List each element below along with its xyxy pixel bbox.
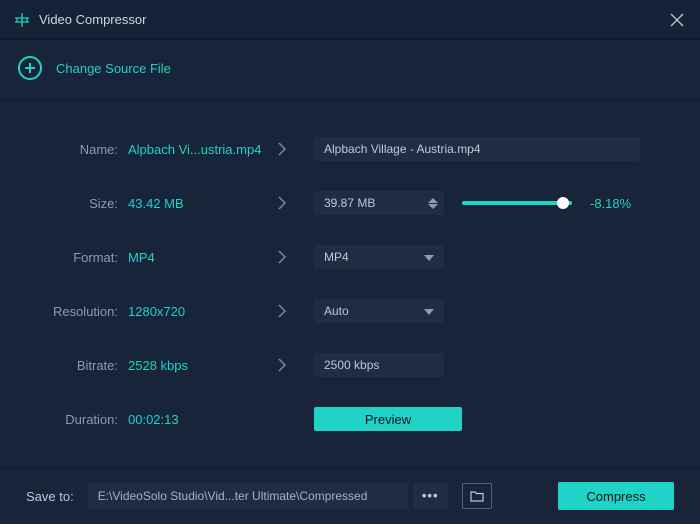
- change-source-row: Change Source File: [0, 40, 700, 101]
- footer: Save to: E:\VideoSolo Studio\Vid...ter U…: [0, 467, 700, 524]
- format-select[interactable]: MP4: [314, 245, 444, 269]
- preview-button-label: Preview: [365, 412, 411, 427]
- source-format: MP4: [128, 250, 268, 265]
- change-source-button[interactable]: [18, 56, 42, 80]
- bitrate-value: 2500 kbps: [324, 358, 379, 372]
- preview-button[interactable]: Preview: [314, 407, 462, 431]
- chevron-down-icon: [424, 304, 434, 318]
- save-path-value: E:\VideoSolo Studio\Vid...ter Ultimate\C…: [98, 489, 368, 503]
- bitrate-input[interactable]: 2500 kbps: [314, 353, 444, 377]
- open-folder-button[interactable]: [462, 483, 492, 509]
- label-size: Size:: [26, 196, 128, 211]
- save-path-field[interactable]: E:\VideoSolo Studio\Vid...ter Ultimate\C…: [88, 483, 408, 509]
- row-resolution: Resolution: 1280x720 Auto: [26, 299, 674, 323]
- size-reduction-percent: -8.18%: [590, 196, 631, 211]
- source-size: 43.42 MB: [128, 196, 268, 211]
- size-slider[interactable]: [462, 201, 572, 205]
- row-size: Size: 43.42 MB 39.87 MB -8.18%: [26, 191, 674, 215]
- source-bitrate: 2528 kbps: [128, 358, 268, 373]
- chevron-right-icon: [268, 196, 296, 210]
- folder-icon: [470, 490, 484, 502]
- format-select-value: MP4: [324, 250, 349, 264]
- chevron-right-icon: [268, 358, 296, 372]
- source-resolution: 1280x720: [128, 304, 268, 319]
- size-slider-thumb[interactable]: [557, 197, 569, 209]
- change-source-label[interactable]: Change Source File: [56, 61, 171, 76]
- compress-button-label: Compress: [586, 489, 645, 504]
- resolution-select[interactable]: Auto: [314, 299, 444, 323]
- label-format: Format:: [26, 250, 128, 265]
- row-name: Name: Alpbach Vi...ustria.mp4 Alpbach Vi…: [26, 137, 674, 161]
- save-to-label: Save to:: [26, 489, 74, 504]
- target-size-stepper[interactable]: 39.87 MB: [314, 191, 444, 215]
- target-filename-input[interactable]: Alpbach Village - Austria.mp4: [314, 137, 640, 161]
- chevron-right-icon: [268, 250, 296, 264]
- save-path-menu-button[interactable]: •••: [412, 483, 448, 509]
- window-title: Video Compressor: [39, 12, 146, 27]
- chevron-right-icon: [268, 142, 296, 156]
- label-bitrate: Bitrate:: [26, 358, 128, 373]
- row-bitrate: Bitrate: 2528 kbps 2500 kbps: [26, 353, 674, 377]
- close-icon[interactable]: [669, 12, 685, 28]
- source-name: Alpbach Vi...ustria.mp4: [128, 142, 268, 157]
- resolution-select-value: Auto: [324, 304, 349, 318]
- label-name: Name:: [26, 142, 128, 157]
- row-format: Format: MP4 MP4: [26, 245, 674, 269]
- compress-button[interactable]: Compress: [558, 482, 674, 510]
- label-resolution: Resolution:: [26, 304, 128, 319]
- chevron-down-icon: [424, 250, 434, 264]
- size-step-down-icon[interactable]: [428, 204, 438, 209]
- target-size-value: 39.87 MB: [324, 196, 375, 210]
- size-step-up-icon[interactable]: [428, 198, 438, 203]
- target-filename-value: Alpbach Village - Austria.mp4: [324, 142, 481, 156]
- row-duration: Duration: 00:02:13 Preview: [26, 407, 674, 431]
- source-duration: 00:02:13: [128, 412, 268, 427]
- app-logo-icon: [15, 13, 29, 27]
- title-bar: Video Compressor: [0, 0, 700, 40]
- chevron-right-icon: [268, 304, 296, 318]
- form: Name: Alpbach Vi...ustria.mp4 Alpbach Vi…: [0, 101, 700, 431]
- label-duration: Duration:: [26, 412, 128, 427]
